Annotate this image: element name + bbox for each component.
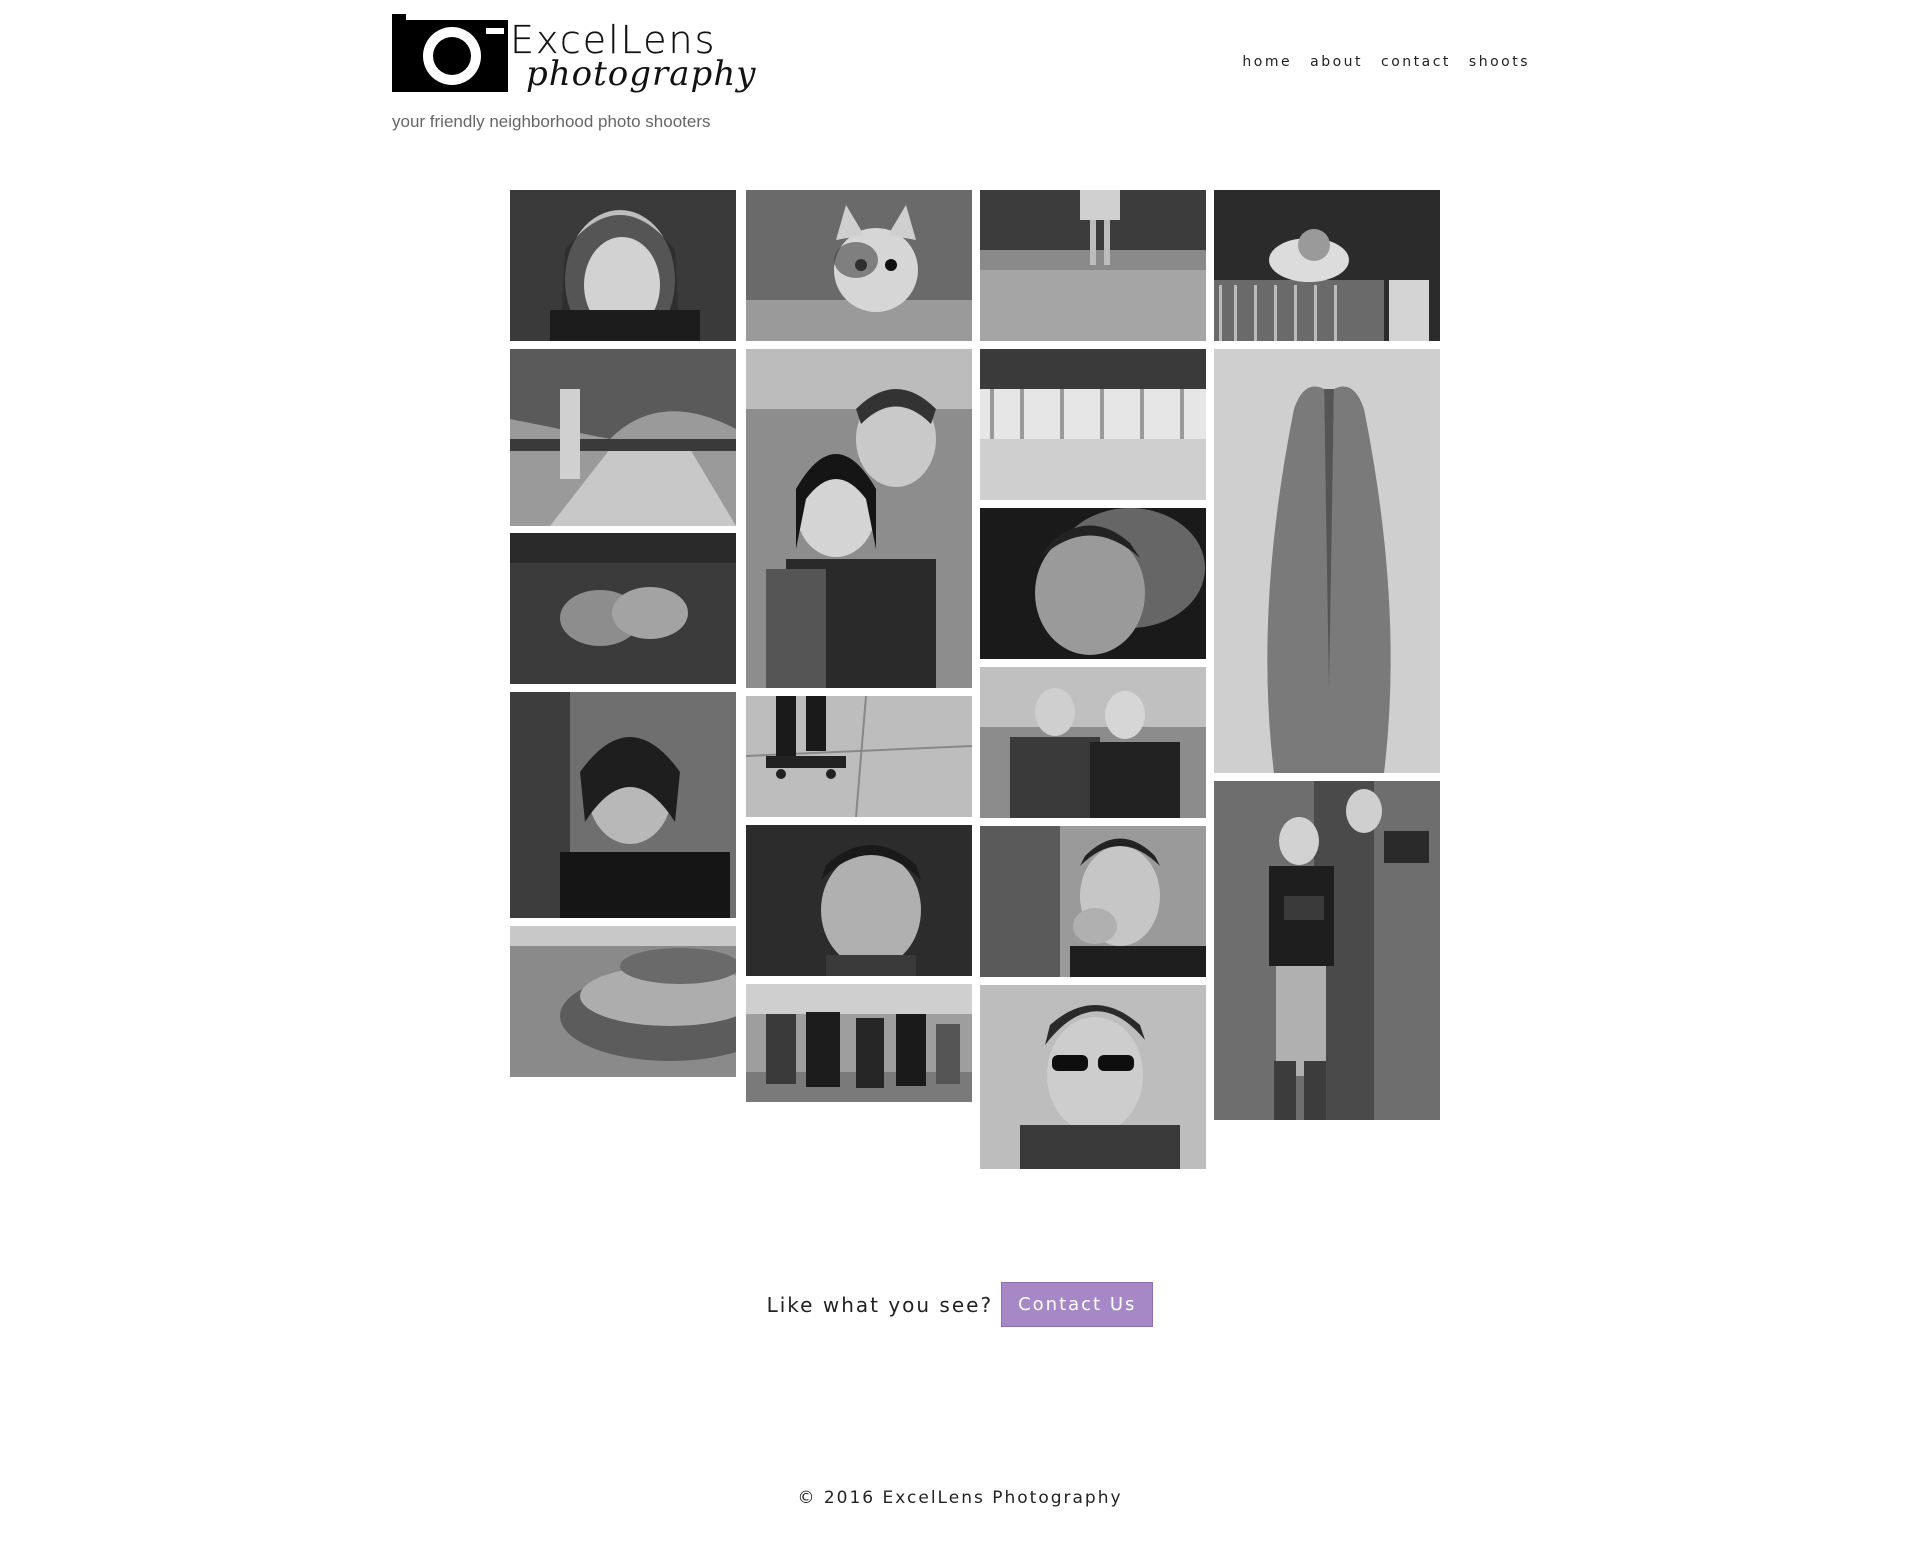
gallery-photo[interactable] [980, 508, 1206, 659]
gallery-photo[interactable] [980, 667, 1206, 818]
contact-us-button[interactable]: Contact Us [1001, 1282, 1154, 1327]
gallery-photo[interactable] [1214, 349, 1440, 773]
footer-copyright: © 2016 ExcelLens Photography [797, 1488, 1123, 1508]
nav-contact-link[interactable]: contact [1381, 54, 1451, 70]
nav-about-link[interactable]: about [1310, 54, 1363, 70]
gallery-photo[interactable] [746, 349, 972, 688]
gallery-photo[interactable] [1214, 190, 1440, 341]
gallery-photo[interactable] [980, 826, 1206, 977]
gallery-photo[interactable] [510, 349, 736, 526]
gallery-photo[interactable] [510, 190, 736, 341]
site-logo[interactable]: ExcelLens photography [392, 14, 755, 98]
camera-icon [392, 14, 508, 92]
cta-text: Like what you see? [766, 1292, 994, 1317]
gallery-photo[interactable] [510, 926, 736, 1077]
gallery-photo[interactable] [510, 692, 736, 918]
gallery-photo[interactable] [746, 825, 972, 976]
gallery-photo[interactable] [746, 696, 972, 817]
site-tagline: your friendly neighborhood photo shooter… [392, 112, 711, 131]
page: ExcelLens photography your friendly neig… [0, 0, 1920, 1565]
nav-shoots-link[interactable]: shoots [1469, 54, 1530, 70]
gallery-photo[interactable] [746, 984, 972, 1102]
main-nav: home about contact shoots [1242, 54, 1530, 70]
cta-section: Like what you see? Contact Us [0, 1282, 1920, 1327]
gallery-photo[interactable] [746, 190, 972, 341]
nav-home-link[interactable]: home [1242, 54, 1292, 70]
gallery-photo[interactable] [510, 533, 736, 684]
logo-script-text: photography [526, 54, 757, 94]
gallery-photo[interactable] [980, 349, 1206, 500]
gallery-photo[interactable] [980, 985, 1206, 1169]
gallery-photo[interactable] [1214, 781, 1440, 1120]
gallery-photo[interactable] [980, 190, 1206, 341]
